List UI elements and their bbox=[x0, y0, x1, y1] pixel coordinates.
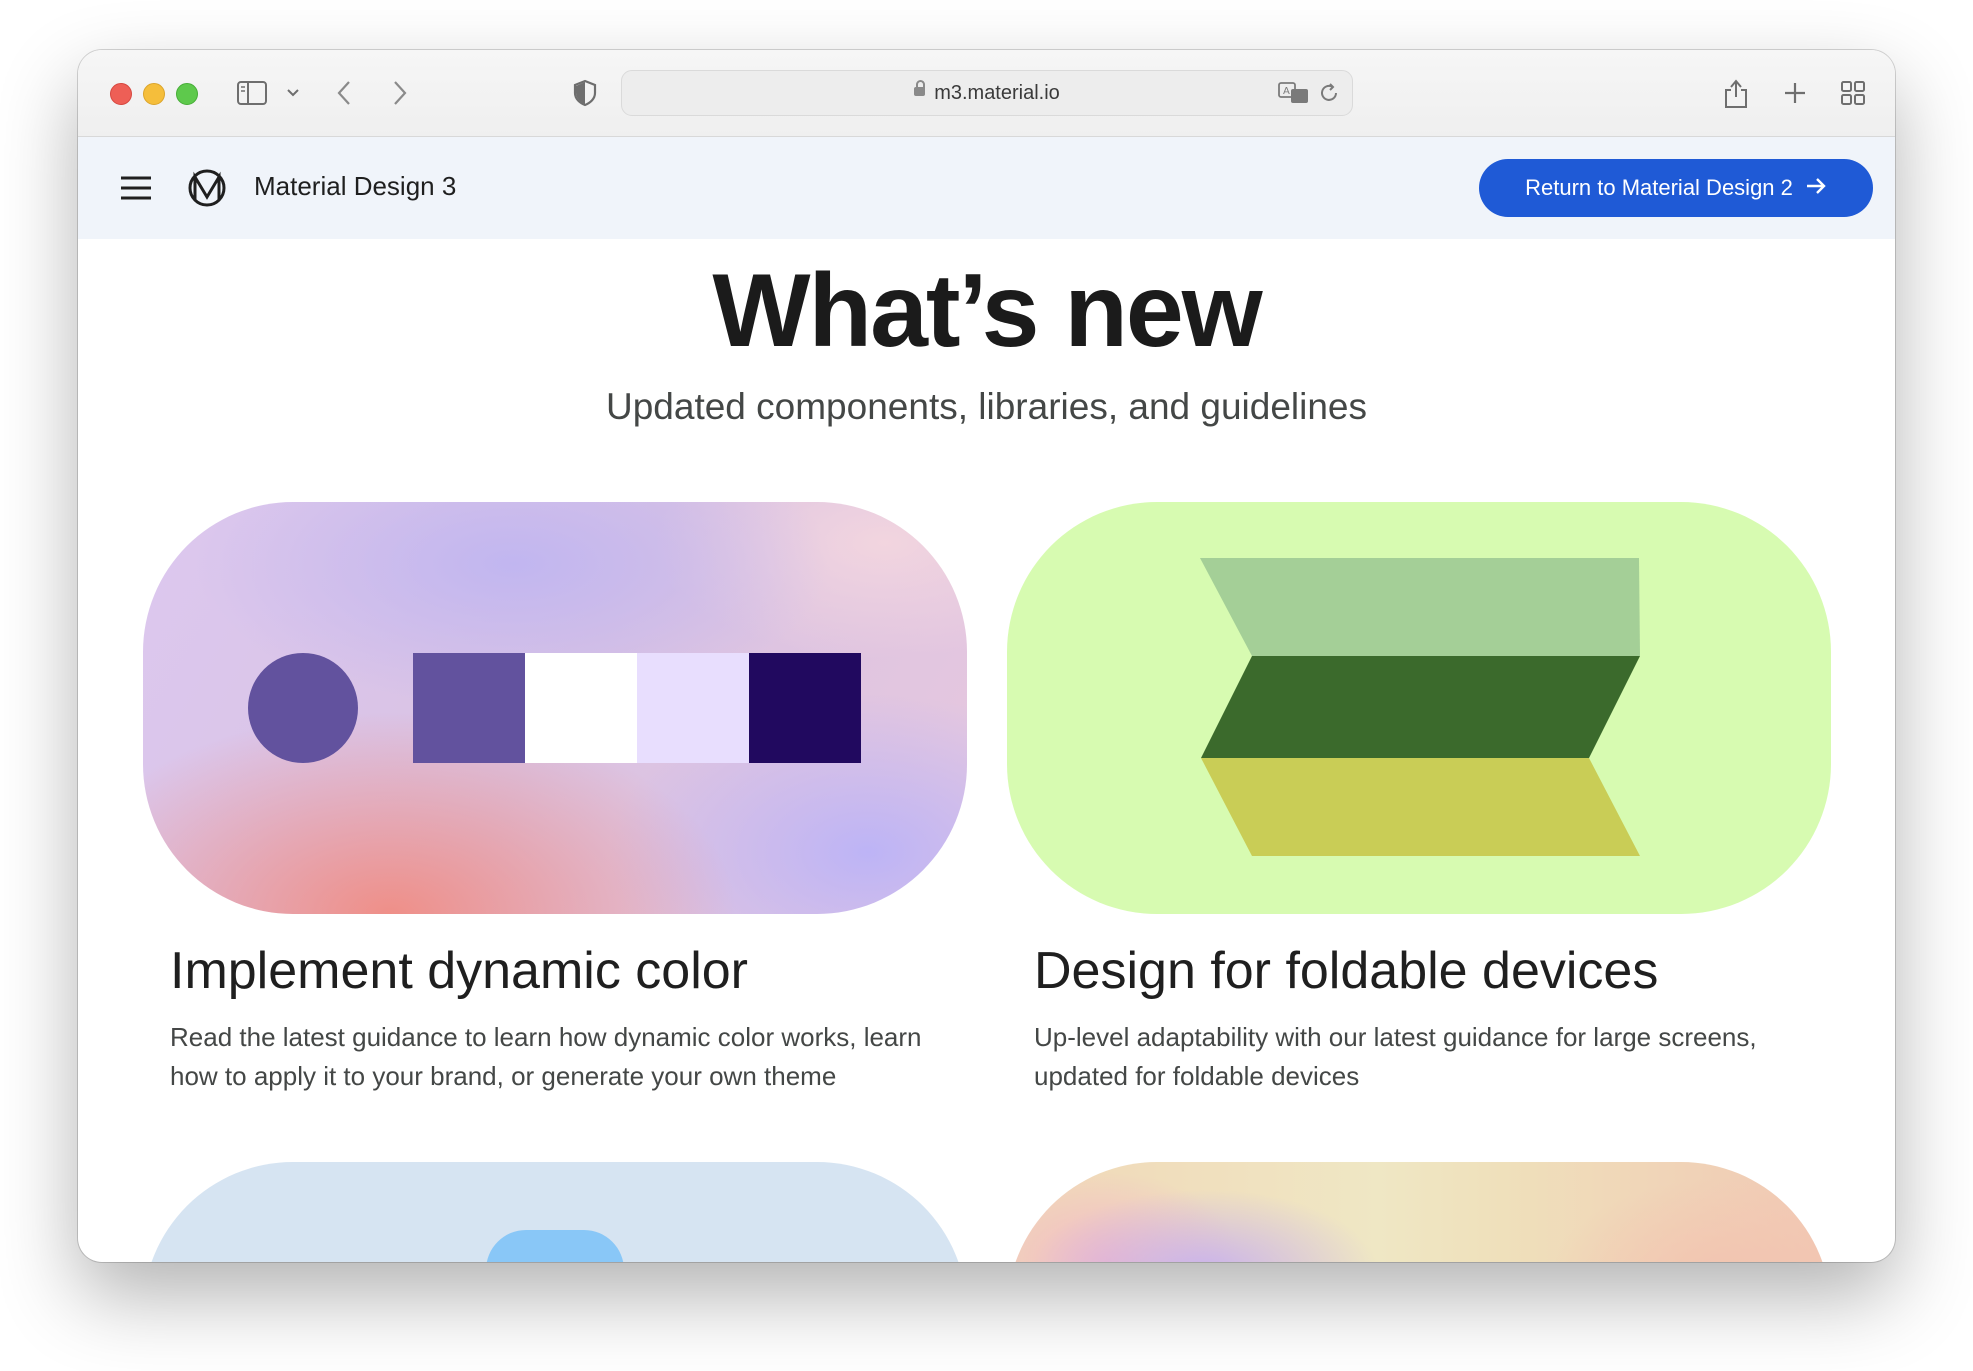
close-window-button[interactable] bbox=[110, 83, 132, 105]
share-icon[interactable] bbox=[1721, 75, 1751, 111]
color-swatch bbox=[749, 653, 861, 763]
foldable-devices-card-image[interactable] bbox=[1007, 502, 1831, 914]
url-text: m3.material.io bbox=[622, 71, 1352, 115]
lock-icon bbox=[914, 80, 926, 97]
reload-icon[interactable] bbox=[1318, 82, 1340, 109]
dynamic-color-card-image[interactable] bbox=[143, 502, 967, 914]
url-value: m3.material.io bbox=[934, 82, 1060, 104]
dynamic-color-card-description: Read the latest guidance to learn how dy… bbox=[170, 1022, 922, 1091]
dynamic-color-card-title[interactable]: Implement dynamic color bbox=[170, 941, 748, 1001]
fold-band bbox=[1201, 758, 1640, 856]
foldable-bands-illustration bbox=[1200, 558, 1640, 856]
browser-toolbar: m3.material.io A bbox=[78, 50, 1895, 137]
foldable-devices-card-description: Up-level adaptability with our latest gu… bbox=[1034, 1022, 1757, 1091]
back-icon[interactable] bbox=[332, 75, 356, 111]
color-swatch bbox=[248, 653, 358, 763]
top-app-bar: Material Design 3 Return to Material Des… bbox=[78, 137, 1895, 239]
menu-icon[interactable] bbox=[120, 175, 152, 206]
translate-icon[interactable]: A bbox=[1278, 81, 1310, 110]
return-to-m2-button[interactable]: Return to Material Design 2 bbox=[1479, 159, 1873, 217]
material-logo-icon[interactable] bbox=[188, 169, 226, 212]
button-shape-illustration bbox=[486, 1230, 624, 1262]
arrow-right-icon bbox=[1805, 175, 1827, 201]
zoom-window-button[interactable] bbox=[176, 83, 198, 105]
privacy-shield-icon[interactable] bbox=[570, 75, 600, 111]
foldable-devices-card-title[interactable]: Design for foldable devices bbox=[1034, 941, 1658, 1001]
svg-text:A: A bbox=[1283, 86, 1290, 97]
return-button-label: Return to Material Design 2 bbox=[1525, 175, 1793, 200]
forward-icon[interactable] bbox=[388, 75, 412, 111]
fold-band bbox=[1201, 656, 1640, 758]
site-title[interactable]: Material Design 3 bbox=[254, 171, 456, 202]
chevron-down-icon[interactable] bbox=[283, 75, 303, 111]
color-swatch bbox=[413, 653, 525, 763]
color-swatch bbox=[637, 653, 749, 763]
minimize-window-button[interactable] bbox=[143, 83, 165, 105]
sidebar-toggle-icon[interactable] bbox=[234, 75, 270, 111]
color-swatch bbox=[525, 653, 637, 763]
tab-overview-icon[interactable] bbox=[1838, 75, 1868, 111]
new-tab-icon[interactable] bbox=[1780, 75, 1810, 111]
browser-window: m3.material.io A Material Design 3 Retur… bbox=[78, 50, 1895, 1262]
color-swatches-illustration bbox=[248, 653, 861, 763]
page-title: What’s new bbox=[712, 253, 1262, 369]
next-card-image-left[interactable] bbox=[143, 1162, 967, 1262]
page-subtitle: Updated components, libraries, and guide… bbox=[605, 386, 1368, 427]
next-card-image-right[interactable] bbox=[1007, 1162, 1831, 1262]
fold-band bbox=[1200, 558, 1640, 656]
address-bar[interactable]: m3.material.io A bbox=[621, 70, 1353, 116]
